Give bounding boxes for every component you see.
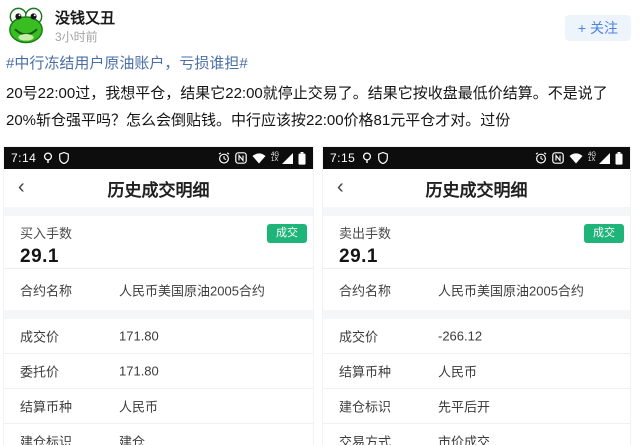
wifi-icon (252, 153, 266, 164)
username[interactable]: 没钱又丑 (55, 9, 631, 28)
nfc-icon (552, 152, 564, 164)
section-divider (323, 207, 630, 216)
network-type-label: 4G 1X (271, 153, 279, 163)
phone-screenshot-sell[interactable]: 7:15 (322, 146, 631, 445)
summary-section: 卖出手数 成交 29.1 (323, 216, 630, 268)
battery-icon (298, 152, 306, 165)
row-value: 先平后开 (438, 397, 490, 416)
section-divider (323, 310, 630, 319)
timestamp: 3小时前 (55, 29, 631, 45)
lots-value: 29.1 (20, 246, 297, 268)
row-value: 171.80 (119, 364, 159, 379)
shield-icon (59, 152, 69, 164)
back-button[interactable]: ‹ (337, 175, 344, 199)
row-value: 人民币 (438, 362, 477, 381)
nav-bar: ‹ 历史成交明细 (4, 169, 313, 207)
page-title: 历史成交明细 (426, 176, 528, 201)
alarm-icon (535, 152, 547, 164)
table-row: 合约名称 人民币美国原油2005合约 (323, 268, 630, 310)
table-row: 结算币种 人民币 (4, 389, 313, 424)
row-label: 成交价 (20, 327, 59, 346)
table-row: 成交价 171.80 (4, 319, 313, 354)
nav-bar: ‹ 历史成交明细 (323, 169, 630, 207)
frog-avatar-icon (7, 6, 45, 44)
row-value: 人民币 (119, 397, 158, 416)
lots-value: 29.1 (339, 246, 614, 268)
status-badge: 成交 (267, 224, 307, 243)
row-label: 交易方式 (339, 432, 391, 445)
status-badge: 成交 (584, 224, 624, 243)
status-time: 7:15 (330, 151, 355, 165)
section-divider (4, 310, 313, 319)
row-label: 结算币种 (339, 362, 391, 381)
summary-section: 买入手数 成交 29.1 (4, 216, 313, 268)
section-divider (4, 207, 313, 216)
follow-button[interactable]: + 关注 (565, 15, 631, 41)
lots-label: 买入手数 (20, 225, 297, 242)
alarm-icon (218, 152, 230, 164)
table-row: 建仓标识 先平后开 (323, 389, 630, 424)
row-value: 市价成交 (438, 432, 490, 445)
post-body-text: 20号22:00过，我想平仓，结果它22:00就停止交易了。结果它按收盘最低价结… (6, 80, 635, 134)
row-value: 建仓 (119, 432, 145, 445)
screenshot-pair: 7:14 (3, 146, 641, 445)
table-row: 成交价 -266.12 (323, 319, 630, 354)
row-label: 建仓标识 (20, 432, 72, 445)
location-icon (43, 152, 53, 164)
row-label: 建仓标识 (339, 397, 391, 416)
signal-icon (282, 153, 293, 164)
row-label: 成交价 (339, 327, 378, 346)
hashtag-link[interactable]: #中行冻结用户原油账户，亏损谁担# (6, 53, 635, 75)
network-type-label: 4G 1X (588, 153, 596, 163)
battery-icon (615, 152, 623, 165)
page-title: 历史成交明细 (108, 176, 210, 201)
row-label: 合约名称 (20, 280, 72, 299)
table-row: 委托价 171.80 (4, 354, 313, 389)
back-button[interactable]: ‹ (18, 175, 25, 199)
row-value: 人民币美国原油2005合约 (119, 280, 265, 299)
status-bar: 7:14 (4, 147, 313, 169)
wifi-icon (569, 153, 583, 164)
signal-icon (599, 153, 610, 164)
location-icon (362, 152, 372, 164)
row-label: 合约名称 (339, 280, 391, 299)
status-bar: 7:15 (323, 147, 630, 169)
shield-icon (378, 152, 388, 164)
status-time: 7:14 (11, 151, 36, 165)
table-row: 合约名称 人民币美国原油2005合约 (4, 268, 313, 310)
phone-screenshot-buy[interactable]: 7:14 (3, 146, 314, 445)
nfc-icon (235, 152, 247, 164)
post-header: 没钱又丑 3小时前 + 关注 (0, 0, 641, 46)
lots-label: 卖出手数 (339, 225, 614, 242)
avatar[interactable] (7, 6, 45, 44)
table-row: 结算币种 人民币 (323, 354, 630, 389)
table-row: 建仓标识 建仓 (4, 424, 313, 445)
row-value: 171.80 (119, 329, 159, 344)
row-value: -266.12 (438, 329, 482, 344)
row-label: 结算币种 (20, 397, 72, 416)
row-value: 人民币美国原油2005合约 (438, 280, 584, 299)
table-row: 交易方式 市价成交 (323, 424, 630, 445)
row-label: 委托价 (20, 362, 59, 381)
